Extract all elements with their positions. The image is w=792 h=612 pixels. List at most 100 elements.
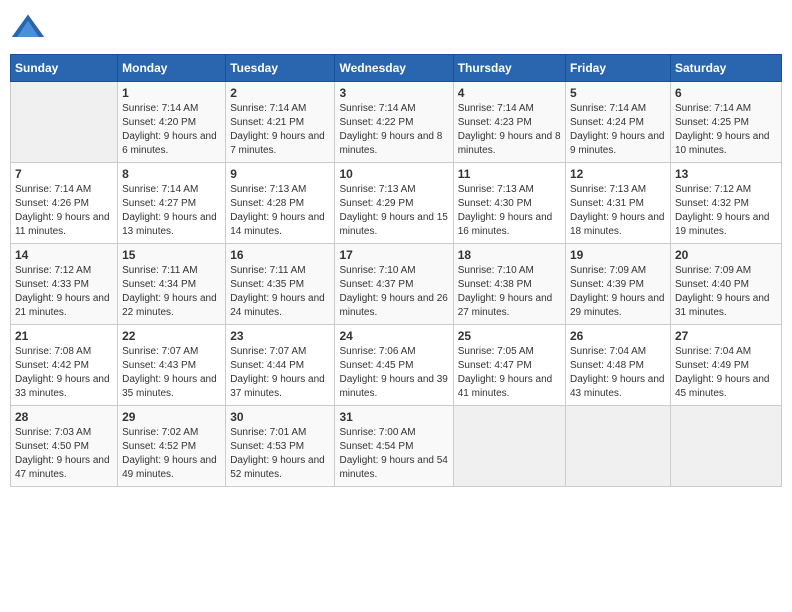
day-cell: 1 Sunrise: 7:14 AM Sunset: 4:20 PM Daylig… — [118, 82, 226, 163]
day-cell: 8 Sunrise: 7:14 AM Sunset: 4:27 PM Daylig… — [118, 163, 226, 244]
header-cell-thursday: Thursday — [453, 55, 565, 82]
day-cell — [670, 406, 781, 487]
day-cell: 25 Sunrise: 7:05 AM Sunset: 4:47 PM Dayli… — [453, 325, 565, 406]
day-cell: 4 Sunrise: 7:14 AM Sunset: 4:23 PM Daylig… — [453, 82, 565, 163]
day-number: 7 — [15, 167, 113, 181]
day-number: 13 — [675, 167, 777, 181]
day-number: 19 — [570, 248, 666, 262]
day-info: Sunrise: 7:14 AM Sunset: 4:26 PM Dayligh… — [15, 183, 113, 239]
day-number: 11 — [458, 167, 561, 181]
day-cell: 6 Sunrise: 7:14 AM Sunset: 4:25 PM Daylig… — [670, 82, 781, 163]
day-number: 24 — [339, 329, 448, 343]
header-cell-sunday: Sunday — [11, 55, 118, 82]
day-cell: 2 Sunrise: 7:14 AM Sunset: 4:21 PM Daylig… — [226, 82, 335, 163]
day-number: 17 — [339, 248, 448, 262]
day-cell: 22 Sunrise: 7:07 AM Sunset: 4:43 PM Dayli… — [118, 325, 226, 406]
day-cell: 21 Sunrise: 7:08 AM Sunset: 4:42 PM Dayli… — [11, 325, 118, 406]
day-number: 29 — [122, 410, 221, 424]
day-number: 31 — [339, 410, 448, 424]
day-number: 14 — [15, 248, 113, 262]
day-cell: 7 Sunrise: 7:14 AM Sunset: 4:26 PM Daylig… — [11, 163, 118, 244]
day-number: 15 — [122, 248, 221, 262]
day-cell: 16 Sunrise: 7:11 AM Sunset: 4:35 PM Dayli… — [226, 244, 335, 325]
day-cell: 14 Sunrise: 7:12 AM Sunset: 4:33 PM Dayli… — [11, 244, 118, 325]
day-cell — [565, 406, 670, 487]
week-row-4: 28 Sunrise: 7:03 AM Sunset: 4:50 PM Dayli… — [11, 406, 782, 487]
day-info: Sunrise: 7:01 AM Sunset: 4:53 PM Dayligh… — [230, 426, 330, 482]
day-info: Sunrise: 7:14 AM Sunset: 4:25 PM Dayligh… — [675, 102, 777, 158]
day-number: 23 — [230, 329, 330, 343]
day-number: 10 — [339, 167, 448, 181]
day-cell: 12 Sunrise: 7:13 AM Sunset: 4:31 PM Dayli… — [565, 163, 670, 244]
day-number: 3 — [339, 86, 448, 100]
day-cell: 13 Sunrise: 7:12 AM Sunset: 4:32 PM Dayli… — [670, 163, 781, 244]
day-cell: 26 Sunrise: 7:04 AM Sunset: 4:48 PM Dayli… — [565, 325, 670, 406]
day-number: 30 — [230, 410, 330, 424]
day-info: Sunrise: 7:04 AM Sunset: 4:49 PM Dayligh… — [675, 345, 777, 401]
day-cell: 3 Sunrise: 7:14 AM Sunset: 4:22 PM Daylig… — [335, 82, 453, 163]
day-info: Sunrise: 7:02 AM Sunset: 4:52 PM Dayligh… — [122, 426, 221, 482]
day-cell: 28 Sunrise: 7:03 AM Sunset: 4:50 PM Dayli… — [11, 406, 118, 487]
header-cell-friday: Friday — [565, 55, 670, 82]
day-info: Sunrise: 7:12 AM Sunset: 4:32 PM Dayligh… — [675, 183, 777, 239]
day-number: 9 — [230, 167, 330, 181]
day-cell: 31 Sunrise: 7:00 AM Sunset: 4:54 PM Dayli… — [335, 406, 453, 487]
day-number: 20 — [675, 248, 777, 262]
day-info: Sunrise: 7:08 AM Sunset: 4:42 PM Dayligh… — [15, 345, 113, 401]
day-number: 4 — [458, 86, 561, 100]
header-cell-tuesday: Tuesday — [226, 55, 335, 82]
day-number: 5 — [570, 86, 666, 100]
day-cell: 20Sunrise: 7:09 AM Sunset: 4:40 PM Dayli… — [670, 244, 781, 325]
week-row-1: 7 Sunrise: 7:14 AM Sunset: 4:26 PM Daylig… — [11, 163, 782, 244]
week-row-0: 1 Sunrise: 7:14 AM Sunset: 4:20 PM Daylig… — [11, 82, 782, 163]
day-number: 16 — [230, 248, 330, 262]
day-cell: 19Sunrise: 7:09 AM Sunset: 4:39 PM Dayli… — [565, 244, 670, 325]
day-number: 6 — [675, 86, 777, 100]
day-number: 18 — [458, 248, 561, 262]
day-number: 28 — [15, 410, 113, 424]
header-cell-monday: Monday — [118, 55, 226, 82]
day-number: 26 — [570, 329, 666, 343]
logo — [10, 10, 50, 46]
day-cell: 24 Sunrise: 7:06 AM Sunset: 4:45 PM Dayli… — [335, 325, 453, 406]
day-number: 21 — [15, 329, 113, 343]
day-number: 22 — [122, 329, 221, 343]
day-info: Sunrise: 7:14 AM Sunset: 4:21 PM Dayligh… — [230, 102, 330, 158]
day-info: Sunrise: 7:00 AM Sunset: 4:54 PM Dayligh… — [339, 426, 448, 482]
day-cell: 30 Sunrise: 7:01 AM Sunset: 4:53 PM Dayli… — [226, 406, 335, 487]
day-info: Sunrise: 7:07 AM Sunset: 4:43 PM Dayligh… — [122, 345, 221, 401]
logo-icon — [10, 10, 46, 46]
week-row-3: 21 Sunrise: 7:08 AM Sunset: 4:42 PM Dayli… — [11, 325, 782, 406]
day-number: 25 — [458, 329, 561, 343]
day-info: Sunrise: 7:11 AM Sunset: 4:34 PM Dayligh… — [122, 264, 221, 320]
day-cell: 15 Sunrise: 7:11 AM Sunset: 4:34 PM Dayli… — [118, 244, 226, 325]
day-info: Sunrise: 7:14 AM Sunset: 4:24 PM Dayligh… — [570, 102, 666, 158]
day-info: Sunrise: 7:10 AM Sunset: 4:37 PM Dayligh… — [339, 264, 448, 320]
day-info: Sunrise: 7:14 AM Sunset: 4:23 PM Dayligh… — [458, 102, 561, 158]
day-cell — [11, 82, 118, 163]
day-info: Sunrise: 7:03 AM Sunset: 4:50 PM Dayligh… — [15, 426, 113, 482]
day-number: 12 — [570, 167, 666, 181]
day-info: Sunrise: 7:07 AM Sunset: 4:44 PM Dayligh… — [230, 345, 330, 401]
day-info: Sunrise: 7:13 AM Sunset: 4:28 PM Dayligh… — [230, 183, 330, 239]
day-cell: 11Sunrise: 7:13 AM Sunset: 4:30 PM Dayli… — [453, 163, 565, 244]
header — [10, 10, 782, 46]
day-cell: 9 Sunrise: 7:13 AM Sunset: 4:28 PM Daylig… — [226, 163, 335, 244]
day-info: Sunrise: 7:11 AM Sunset: 4:35 PM Dayligh… — [230, 264, 330, 320]
day-info: Sunrise: 7:06 AM Sunset: 4:45 PM Dayligh… — [339, 345, 448, 401]
day-info: Sunrise: 7:13 AM Sunset: 4:29 PM Dayligh… — [339, 183, 448, 239]
day-cell — [453, 406, 565, 487]
day-info: Sunrise: 7:14 AM Sunset: 4:27 PM Dayligh… — [122, 183, 221, 239]
day-cell: 18Sunrise: 7:10 AM Sunset: 4:38 PM Dayli… — [453, 244, 565, 325]
day-number: 1 — [122, 86, 221, 100]
day-info: Sunrise: 7:14 AM Sunset: 4:20 PM Dayligh… — [122, 102, 221, 158]
day-number: 2 — [230, 86, 330, 100]
day-info: Sunrise: 7:05 AM Sunset: 4:47 PM Dayligh… — [458, 345, 561, 401]
day-number: 27 — [675, 329, 777, 343]
day-info: Sunrise: 7:14 AM Sunset: 4:22 PM Dayligh… — [339, 102, 448, 158]
day-info: Sunrise: 7:12 AM Sunset: 4:33 PM Dayligh… — [15, 264, 113, 320]
day-number: 8 — [122, 167, 221, 181]
day-info: Sunrise: 7:13 AM Sunset: 4:31 PM Dayligh… — [570, 183, 666, 239]
day-info: Sunrise: 7:04 AM Sunset: 4:48 PM Dayligh… — [570, 345, 666, 401]
day-cell: 10 Sunrise: 7:13 AM Sunset: 4:29 PM Dayli… — [335, 163, 453, 244]
